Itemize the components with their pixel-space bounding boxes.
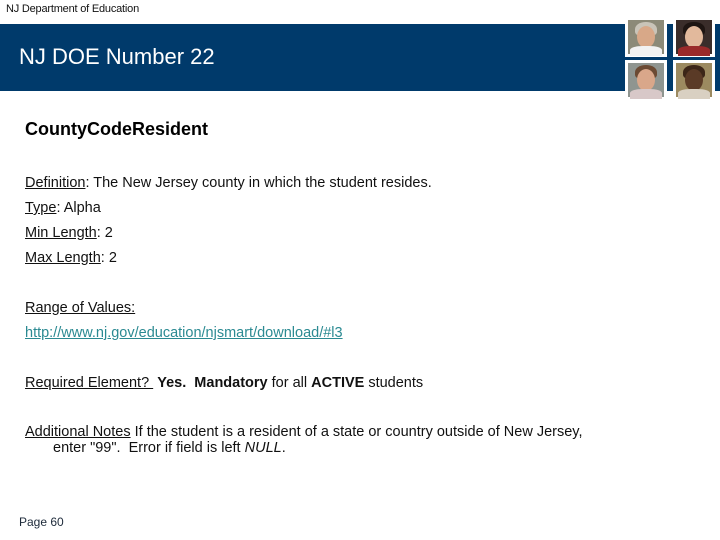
face-shape <box>637 69 655 91</box>
range-of-values-link[interactable]: http://www.nj.gov/education/njsmart/down… <box>25 325 343 341</box>
required-students: students <box>364 375 424 391</box>
max-length-row: Max Length: 2 <box>25 249 665 274</box>
definition-row: Definition: The New Jersey county in whi… <box>25 174 665 199</box>
shirt-shape <box>630 89 662 99</box>
shirt-shape <box>630 46 662 56</box>
staff-photo-grid <box>622 15 718 100</box>
range-link-row: http://www.nj.gov/education/njsmart/down… <box>25 324 665 349</box>
required-active: ACTIVE <box>311 375 365 391</box>
required-row: Required Element? Yes. Mandatory for all… <box>25 374 665 399</box>
required-label: Required Element? <box>25 375 154 391</box>
type-value: : Alpha <box>56 200 101 216</box>
photo-older-man <box>673 60 715 100</box>
required-for-all: for all <box>267 375 312 391</box>
shirt-shape <box>678 46 710 56</box>
min-length-value: : 2 <box>96 225 113 241</box>
notes-row: Additional Notes If the student is a res… <box>25 424 665 456</box>
required-yes: Yes. <box>157 375 187 391</box>
required-mandatory: Mandatory <box>194 375 268 391</box>
slide-title: NJ DOE Number 22 <box>19 44 215 69</box>
photo-woman-brown-hair <box>625 60 667 100</box>
shirt-shape <box>678 89 710 99</box>
element-details: Definition: The New Jersey county in whi… <box>25 174 665 456</box>
range-row: Range of Values: <box>25 299 665 324</box>
face-shape <box>685 69 703 91</box>
min-length-label: Min Length <box>25 225 97 241</box>
notes-continuation: enter "99". Error if field is left NULL. <box>25 440 665 456</box>
definition-label: Definition <box>25 175 86 191</box>
photo-man-gray-hair <box>625 17 667 57</box>
element-name-heading: CountyCodeResident <box>25 119 209 139</box>
max-length-label: Max Length <box>25 250 101 266</box>
notes-null: NULL <box>244 440 282 456</box>
type-row: Type: Alpha <box>25 199 665 224</box>
max-length-value: : 2 <box>100 250 117 266</box>
type-label: Type <box>25 200 57 216</box>
min-length-row: Min Length: 2 <box>25 224 665 249</box>
range-label: Range of Values: <box>25 300 136 316</box>
notes-label: Additional Notes <box>25 424 131 440</box>
header-banner: NJ DOE Number 22 <box>0 24 720 91</box>
face-shape <box>637 26 655 48</box>
notes-end: . <box>281 440 286 456</box>
photo-woman-dark-hair <box>673 17 715 57</box>
definition-value: : The New Jersey county in which the stu… <box>85 175 432 191</box>
page-number: Page 60 <box>19 515 64 529</box>
notes-text-2: enter "99". Error if field is left <box>53 440 245 456</box>
face-shape <box>685 26 703 48</box>
notes-text-1: If the student is a resident of a state … <box>130 424 583 440</box>
organization-label: NJ Department of Education <box>6 3 139 15</box>
